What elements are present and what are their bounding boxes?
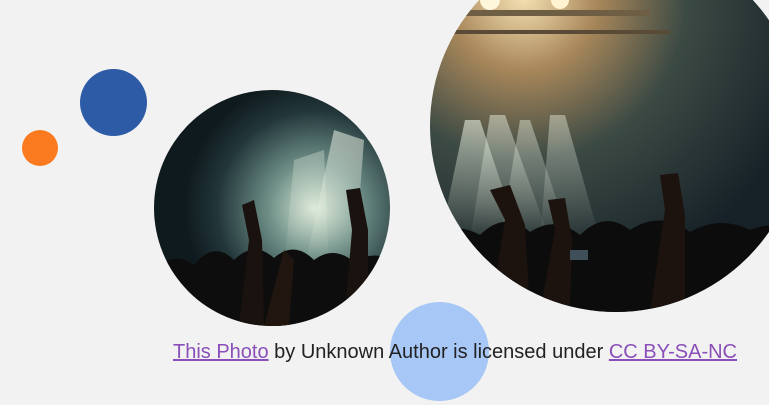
concert-crowd-image: [154, 90, 390, 326]
orange-circle-decoration: [22, 130, 58, 166]
navy-circle-decoration: [80, 69, 147, 136]
concert-photo-left[interactable]: [154, 90, 390, 326]
photo-attribution-caption: This Photo by Unknown Author is licensed…: [173, 339, 748, 365]
concert-photo-right[interactable]: [430, 0, 769, 312]
attribution-text: by Unknown Author is licensed under: [268, 341, 609, 363]
this-photo-link[interactable]: This Photo: [173, 341, 269, 363]
license-link[interactable]: CC BY-SA-NC: [609, 341, 737, 363]
concert-stage-image: [430, 0, 769, 312]
